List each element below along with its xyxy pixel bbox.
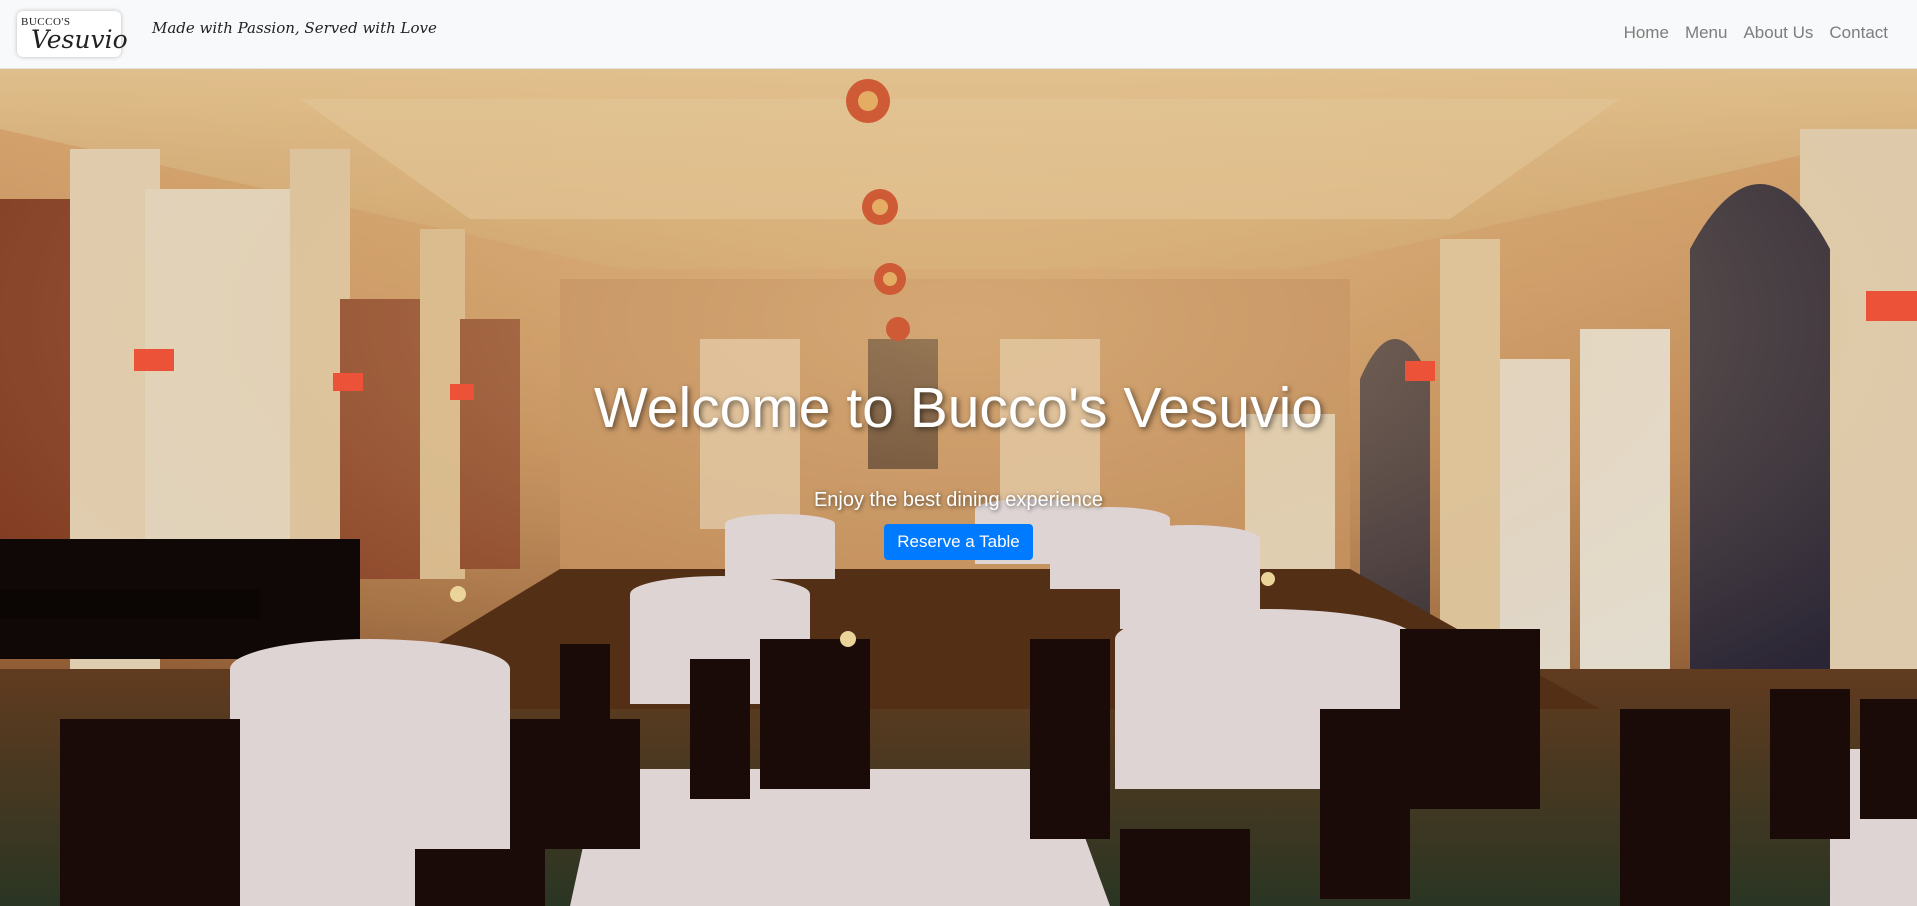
nav-link-contact[interactable]: Contact [1821, 23, 1896, 43]
tagline: Made with Passion, Served with Love [152, 19, 437, 37]
nav-link-home[interactable]: Home [1616, 23, 1677, 43]
hero-subtitle: Enjoy the best dining experience [813, 489, 1104, 512]
nav-links: Home Menu About Us Contact [1616, 23, 1896, 44]
nav-link-about-us[interactable]: About Us [1735, 23, 1821, 43]
logo-bottom-text: Vesuvio [31, 24, 128, 54]
reserve-table-button[interactable]: Reserve a Table [884, 524, 1033, 561]
hero-section: Welcome to Bucco's Vesuvio Enjoy the bes… [0, 69, 1917, 906]
navbar: BUCCO'S Vesuvio Made with Passion, Serve… [0, 0, 1917, 69]
hero-content: Welcome to Bucco's Vesuvio Enjoy the bes… [0, 69, 1917, 906]
hero-title: Welcome to Bucco's Vesuvio [593, 376, 1323, 440]
nav-link-menu[interactable]: Menu [1677, 23, 1736, 43]
brand-logo[interactable]: BUCCO'S Vesuvio [17, 11, 128, 57]
